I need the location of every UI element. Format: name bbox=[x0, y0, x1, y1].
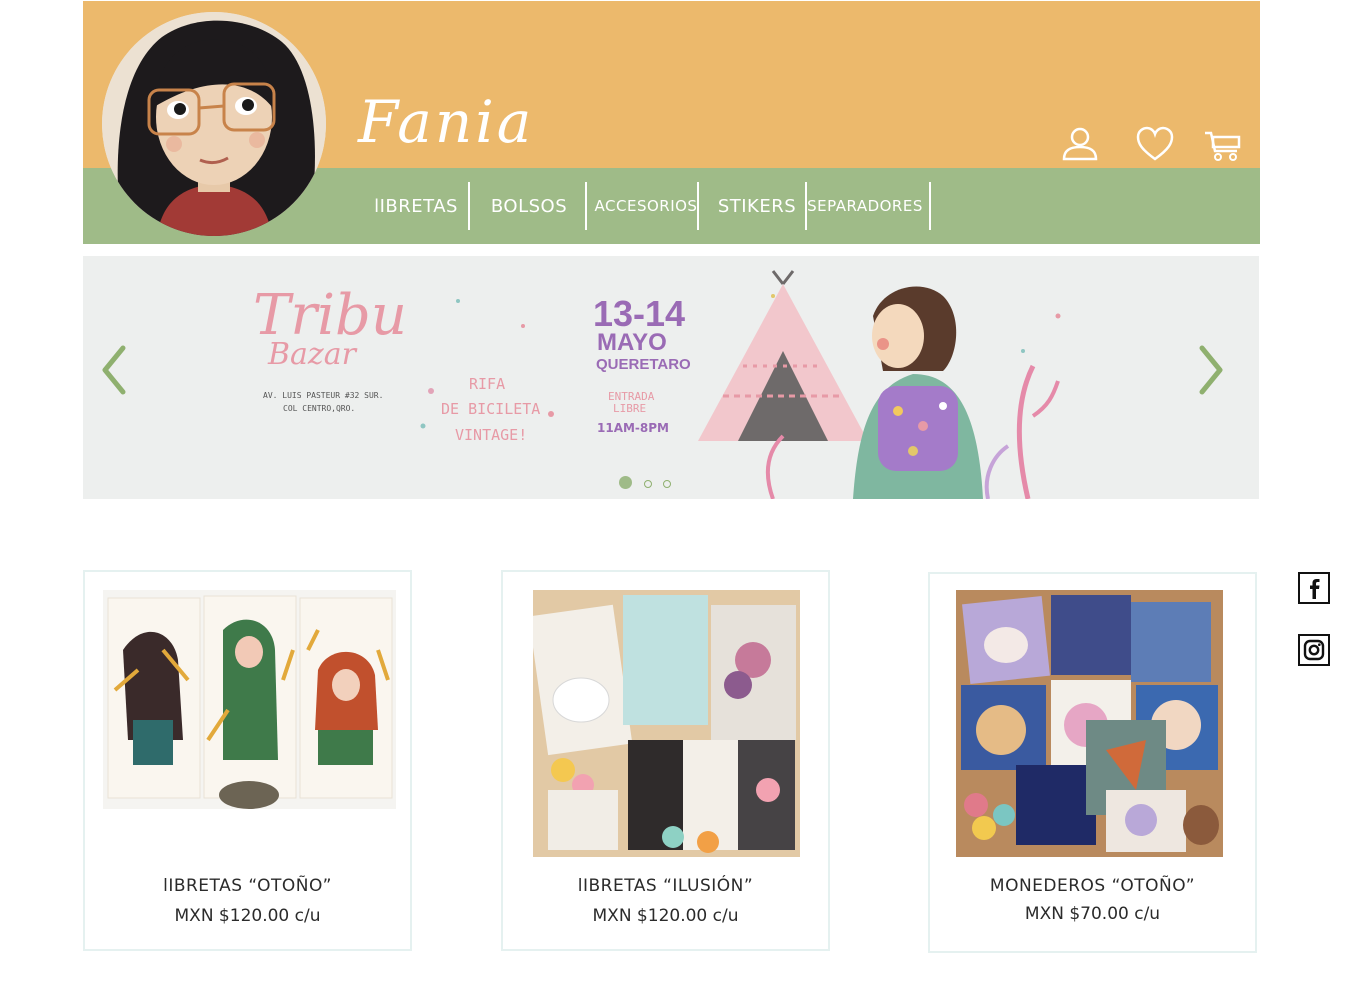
product-title[interactable]: lIBRETAS “ILUSIÓN” bbox=[503, 876, 828, 896]
user-icon[interactable] bbox=[1060, 125, 1100, 165]
carousel-dot-3[interactable] bbox=[663, 480, 671, 488]
carousel-next-button[interactable] bbox=[1190, 340, 1230, 400]
nav-divider bbox=[929, 182, 931, 230]
product-card-monederos-otono[interactable]: MONEDEROS “OTOÑO” MXN $70.00 c/u bbox=[928, 572, 1257, 953]
carousel-prev-button[interactable] bbox=[97, 340, 137, 400]
hero-city: QUERETARO bbox=[596, 356, 691, 373]
hero-carousel[interactable]: Tribu Bazar AV. LUIS PASTEUR #32 SUR. CO… bbox=[83, 256, 1259, 499]
carousel-dot-1[interactable] bbox=[619, 476, 632, 489]
facebook-icon[interactable] bbox=[1298, 572, 1330, 604]
hero-hours: 11AM-8PM bbox=[597, 421, 669, 435]
nav-accesorios[interactable]: ACCESORIOS bbox=[591, 182, 701, 230]
carousel-dot-2[interactable] bbox=[644, 480, 652, 488]
avatar[interactable] bbox=[102, 12, 326, 236]
product-card-libretas-ilusion[interactable]: lIBRETAS “ILUSIÓN” MXN $120.00 c/u bbox=[501, 570, 830, 951]
hero-title-line2: Bazar bbox=[267, 337, 358, 372]
nav-bolsos[interactable]: BOLSOS bbox=[481, 182, 577, 230]
heart-icon[interactable] bbox=[1135, 125, 1175, 165]
nav-stikers[interactable]: STIKERS bbox=[709, 182, 805, 230]
product-card-libretas-otono[interactable]: lIBRETAS “OTOÑO” MXN $120.00 c/u bbox=[83, 570, 412, 951]
hero-raffle-line1: RIFA bbox=[469, 375, 505, 393]
nav-libretas[interactable]: lIBRETAS bbox=[371, 182, 461, 230]
hero-raffle-line2: DE BICILETA bbox=[441, 400, 540, 418]
nav-divider bbox=[697, 182, 699, 230]
nav-divider bbox=[468, 182, 470, 230]
site-header: Fania lIBRETAS BOLSOS ACCESORIOS STIKERS… bbox=[83, 1, 1260, 244]
nav-divider bbox=[585, 182, 587, 230]
hero-dates: 13-14 bbox=[593, 293, 685, 334]
product-title[interactable]: MONEDEROS “OTOÑO” bbox=[930, 876, 1255, 896]
nav-separadores[interactable]: SEPARADORES bbox=[807, 182, 922, 230]
product-price: MXN $120.00 c/u bbox=[592, 906, 739, 926]
product-price: MXN $70.00 c/u bbox=[1024, 904, 1161, 924]
cart-icon[interactable] bbox=[1203, 125, 1243, 165]
hero-address-line1: AV. LUIS PASTEUR #32 SUR. bbox=[263, 391, 383, 400]
hero-raffle-line3: VINTAGE! bbox=[455, 426, 527, 444]
product-title[interactable]: lIBRETAS “OTOÑO” bbox=[85, 876, 410, 896]
brand-logo[interactable]: Fania bbox=[358, 93, 534, 151]
hero-entry-line2: LIBRE bbox=[613, 402, 646, 415]
hero-month: MAYO bbox=[597, 329, 667, 356]
hero-address-line2: COL CENTRO,QRO. bbox=[283, 404, 355, 413]
product-price: MXN $120.00 c/u bbox=[174, 906, 321, 926]
product-image[interactable] bbox=[956, 590, 1223, 857]
product-image[interactable] bbox=[533, 590, 800, 857]
product-image[interactable] bbox=[103, 590, 396, 809]
instagram-icon[interactable] bbox=[1298, 634, 1330, 666]
